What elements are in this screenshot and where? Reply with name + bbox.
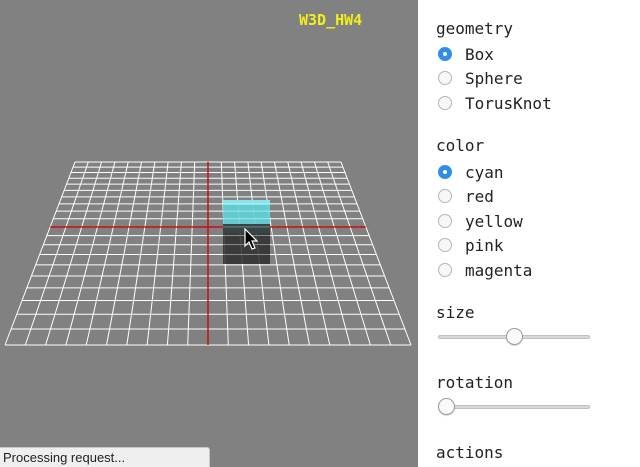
radio-color-red[interactable]: red [438, 185, 494, 207]
rotation-slider[interactable] [438, 398, 590, 416]
slider-thumb[interactable] [506, 328, 523, 345]
radio-button[interactable] [438, 238, 452, 252]
radio-label: yellow [465, 211, 523, 231]
3d-viewport[interactable]: W3D_HW4 Processing request... [0, 0, 418, 467]
control-panel: geometry Box Sphere TorusKnot color cyan… [418, 0, 640, 467]
radio-color-magenta[interactable]: magenta [438, 259, 532, 281]
radio-button[interactable] [438, 71, 452, 85]
rotation-title: rotation [436, 373, 514, 392]
grid-line-depth [327, 161, 392, 346]
radio-color-pink[interactable]: pink [438, 234, 504, 256]
geometry-title: geometry [436, 19, 514, 38]
radio-label: Sphere [465, 68, 523, 88]
grid-line-depth [340, 161, 412, 346]
slider-thumb[interactable] [438, 398, 455, 415]
radio-color-cyan[interactable]: cyan [438, 161, 504, 183]
actions-title: actions [436, 443, 504, 462]
grid-line-depth [274, 161, 310, 346]
grid-line-depth [166, 161, 182, 346]
radio-button[interactable] [438, 263, 452, 277]
mouse-pointer-icon [244, 228, 259, 250]
size-title: size [436, 303, 475, 322]
grid-line-depth [106, 161, 142, 346]
color-title: color [436, 136, 485, 155]
size-slider[interactable] [438, 328, 590, 346]
radio-button[interactable] [438, 165, 452, 179]
radio-geometry-torusknot[interactable]: TorusKnot [438, 92, 552, 114]
radio-geometry-sphere[interactable]: Sphere [438, 67, 523, 89]
scene-canvas[interactable] [0, 0, 418, 467]
radio-button[interactable] [438, 47, 452, 61]
radio-label: TorusKnot [465, 93, 552, 113]
radio-button[interactable] [438, 189, 452, 203]
cube-top-face [223, 200, 270, 205]
radio-button[interactable] [438, 96, 452, 110]
app-title: W3D_HW4 [299, 11, 363, 29]
grid-line-depth [187, 161, 196, 346]
status-bar: Processing request... [0, 447, 210, 467]
radio-label: magenta [465, 260, 533, 280]
radio-geometry-box[interactable]: Box [438, 43, 494, 65]
radio-label: red [465, 186, 494, 206]
radio-label: Box [465, 44, 494, 64]
grid-line-depth [4, 161, 76, 346]
grid-line-depth [24, 161, 89, 346]
radio-label: cyan [465, 162, 504, 182]
slider-track[interactable] [438, 405, 590, 409]
radio-label: pink [465, 235, 504, 255]
radio-button[interactable] [438, 214, 452, 228]
radio-color-yellow[interactable]: yellow [438, 210, 523, 232]
